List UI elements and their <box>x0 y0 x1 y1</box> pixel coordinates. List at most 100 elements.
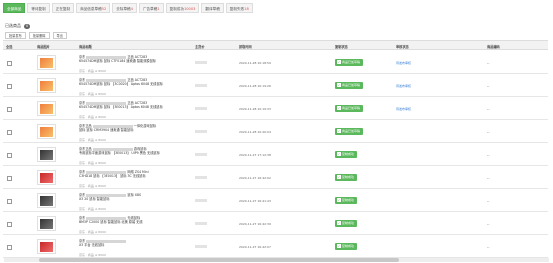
copy-status-button[interactable]: ✓ 复制成功 <box>335 243 358 250</box>
check-icon: ✓ <box>337 106 341 110</box>
product-code: -- <box>487 245 490 249</box>
tab-8[interactable]: 复制失败18 <box>225 3 253 13</box>
tab-count: 4 <box>130 7 133 11</box>
copy-status-button[interactable]: ✓ 商品已加草稿 <box>335 105 364 112</box>
product-image <box>40 196 53 206</box>
price-redacted <box>195 199 207 202</box>
title-line2: 654574DM鼠标 鼠标 CTF0184 速卖通 智能双模鼠标 <box>79 59 156 64</box>
product-code: -- <box>487 130 490 134</box>
copy-status-button[interactable]: ✓ 复制成功 <box>335 151 358 158</box>
tab-2[interactable]: 正在复制 <box>51 3 75 13</box>
product-image <box>40 173 53 183</box>
row-checkbox[interactable] <box>7 84 12 89</box>
table-header: 全选 商品图片 商品标题 主货价 抓取时间 复制状态 审核状态 商品编码 <box>3 40 548 50</box>
header-copy-status: 复制状态 <box>335 45 348 49</box>
product-title[interactable]: 京东 网络 ZS4 Mini C3HD18 鼠标 【3E0013】 鼠标 3C 无… <box>79 170 189 178</box>
row-checkbox[interactable] <box>7 176 12 181</box>
price-redacted <box>195 61 207 64</box>
select-all-checkbox-label[interactable]: 全选 <box>6 44 12 49</box>
horizontal-scrollbar[interactable] <box>4 258 549 262</box>
batch-delete-button[interactable]: 批量删除 <box>28 32 50 39</box>
tab-3[interactable]: 商品信息草稿52 <box>76 3 111 13</box>
product-source: 京东 · 商品 ≥ 8000 <box>79 184 106 188</box>
review-status-link[interactable]: 待发布审核 <box>396 107 411 111</box>
table-row: 京东 X3 平台 无线鼠标 京东 · 商品 ≥ 8000 2024-11-27 16… <box>3 235 548 258</box>
row-checkbox[interactable] <box>7 61 12 66</box>
grab-time: 2024-11-28 10:19:26 <box>239 84 271 88</box>
review-status-link[interactable]: 待发布审核 <box>396 61 411 65</box>
price-redacted <box>195 107 207 110</box>
product-thumbnail[interactable] <box>37 124 56 139</box>
product-code: -- <box>487 84 490 88</box>
product-thumbnail[interactable] <box>37 216 56 231</box>
product-thumbnail[interactable] <box>37 147 56 162</box>
header-code: 商品编码 <box>487 45 500 49</box>
batch-publish-button[interactable]: 批量发布 <box>5 32 26 39</box>
selected-label: 已选商品 <box>5 23 21 28</box>
product-thumbnail[interactable] <box>37 239 56 254</box>
export-button[interactable]: 导出 <box>52 32 67 39</box>
selected-summary: 已选商品 0 <box>5 23 31 29</box>
row-checkbox[interactable] <box>7 245 12 250</box>
copy-status-button[interactable]: ✓ 商品已加草稿 <box>335 59 364 66</box>
price-redacted <box>195 153 207 156</box>
copy-status-button[interactable]: ✓ 复制成功 <box>335 174 358 181</box>
product-thumbnail[interactable] <box>37 55 56 70</box>
price-redacted <box>195 245 207 248</box>
copy-status-label: 复制成功 <box>342 152 355 156</box>
product-thumbnail[interactable] <box>37 193 56 208</box>
title-end: 鼠标 X8S <box>127 193 142 197</box>
table-row: 京东 无线鼠标 BM3P C2000 鼠标 智能鼠标 北美 原装 无线 京东 · 商… <box>3 212 548 235</box>
check-icon: ✓ <box>337 244 341 248</box>
tab-label: 复制成功 <box>169 7 184 11</box>
product-title[interactable]: 京东正品 一体化游戏鼠标 鼠标 鼠标 CRM3904 速卖通 智能鼠标 <box>79 124 189 132</box>
product-title[interactable]: 京东 无线鼠标 BM3P C2000 鼠标 智能鼠标 北美 原装 无线 <box>79 216 189 224</box>
tab-0[interactable]: 全部商品 <box>3 3 26 13</box>
review-status-link[interactable]: 待发布审核 <box>396 84 411 88</box>
header-title: 商品标题 <box>79 45 92 49</box>
product-title[interactable]: 京东 正品 ACT283 654574DM鼠标 鼠标 CTF0184 速卖通 智能… <box>79 55 189 63</box>
grab-time: 2024-11-28 10:19:33 <box>239 107 271 111</box>
tab-4[interactable]: 去除草稿4 <box>112 3 137 13</box>
row-checkbox[interactable] <box>7 153 12 158</box>
header-review-status: 审核状态 <box>396 45 409 49</box>
product-source: 京东 · 商品 ≥ 8000 <box>79 207 106 211</box>
product-code: -- <box>487 153 490 157</box>
table-row: 京东 正品 ACT283 654574DM鼠标 鼠标 【3C0020】 Aptos… <box>3 74 548 97</box>
product-image <box>40 150 53 160</box>
title-end: 一体化游戏鼠标 <box>133 124 157 128</box>
product-thumbnail[interactable] <box>37 78 56 93</box>
tab-1[interactable]: 等待复制 <box>27 3 50 13</box>
row-checkbox[interactable] <box>7 130 12 135</box>
product-title[interactable]: 京东 正品 ACT283 654574DM鼠标 鼠标 【3C0020】 Aptos… <box>79 78 189 86</box>
title-line2: BM3P C2000 鼠标 智能鼠标 北美 原装 无线 <box>79 220 143 225</box>
product-title[interactable]: 京东 鼠标 X8S X3 20 鼠标 智能鼠标 <box>79 193 189 201</box>
product-title[interactable]: 京东正品 游戏鼠标 专用鼠标平面游戏鼠标 【3E0013】 UIP9 黑色 无线鼠… <box>79 147 189 155</box>
tab-7[interactable]: 翻译草稿 <box>201 3 224 13</box>
copy-status-button[interactable]: ✓ 复制成功 <box>335 197 358 204</box>
product-image <box>40 242 53 252</box>
copy-status-button[interactable]: ✓ 复制成功 <box>335 220 358 227</box>
product-source: 京东 · 商品 ≥ 8000 <box>79 161 106 165</box>
tab-6[interactable]: 复制成功10003 <box>165 3 200 13</box>
selected-count-badge: 0 <box>24 23 31 29</box>
product-source: 京东 · 商品 ≥ 8000 <box>79 115 106 119</box>
product-title[interactable]: 京东 正品 ACT283 654574DM鼠标 鼠标 【3E0013】 Aptos… <box>79 101 189 109</box>
header-image: 商品图片 <box>37 45 50 49</box>
copy-status-button[interactable]: ✓ 商品已加草稿 <box>335 128 364 135</box>
product-thumbnail[interactable] <box>37 101 56 116</box>
tab-5[interactable]: 广告草稿1 <box>138 3 164 13</box>
check-icon: ✓ <box>337 221 341 225</box>
row-checkbox[interactable] <box>7 107 12 112</box>
price-redacted <box>195 130 207 133</box>
row-checkbox[interactable] <box>7 199 12 204</box>
copy-status-button[interactable]: ✓ 商品已加草稿 <box>335 82 364 89</box>
header-price: 主货价 <box>195 45 205 49</box>
title-line2: X3 平台 无线鼠标 <box>79 243 105 248</box>
product-title[interactable]: 京东 X3 平台 无线鼠标 <box>79 239 189 247</box>
product-thumbnail[interactable] <box>37 170 56 185</box>
scrollbar-thumb[interactable] <box>39 258 399 262</box>
product-code: -- <box>487 222 490 226</box>
row-checkbox[interactable] <box>7 222 12 227</box>
status-tabs: 全部商品 等待复制 正在复制 商品信息草稿52 去除草稿4 广告草稿1 复制成功10003 翻… <box>3 3 253 13</box>
